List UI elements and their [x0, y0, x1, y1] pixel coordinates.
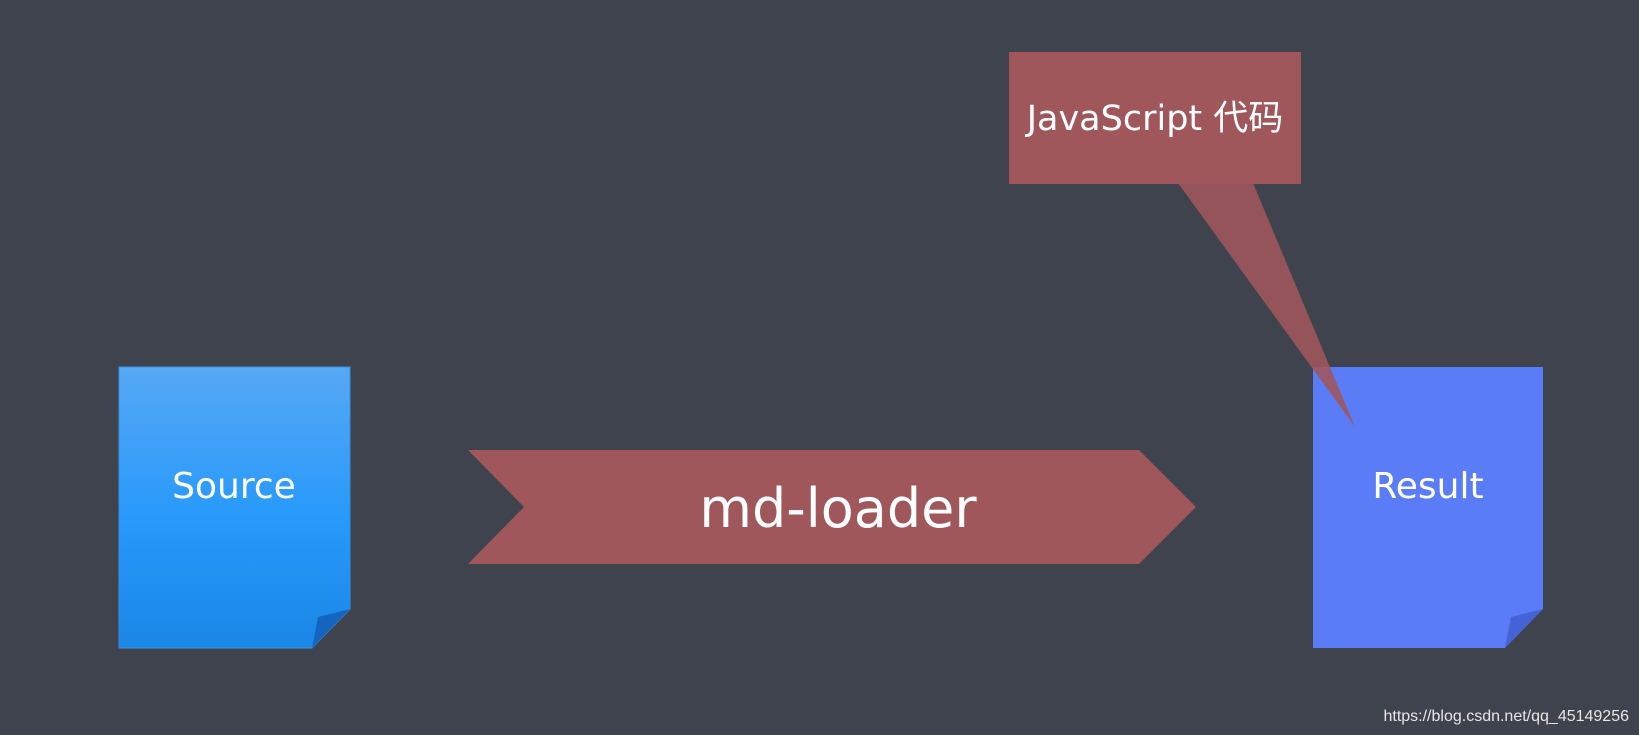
result-label: Result — [1372, 466, 1483, 507]
watermark-url: https://blog.csdn.net/qq_45149256 — [1383, 708, 1629, 725]
source-node: Source — [118, 366, 351, 649]
source-document-shape — [118, 366, 351, 649]
loader-label: md-loader — [699, 477, 977, 540]
callout-label: JavaScript 代码 — [1025, 99, 1284, 139]
callout-bubble: JavaScript 代码 — [1009, 52, 1355, 427]
loader-arrow: md-loader — [468, 450, 1196, 564]
diagram-canvas: Source md-loader Result JavaScript 代码 ht… — [0, 0, 1639, 735]
source-label: Source — [172, 466, 296, 507]
flow-diagram: Source md-loader Result JavaScript 代码 — [118, 52, 1543, 649]
